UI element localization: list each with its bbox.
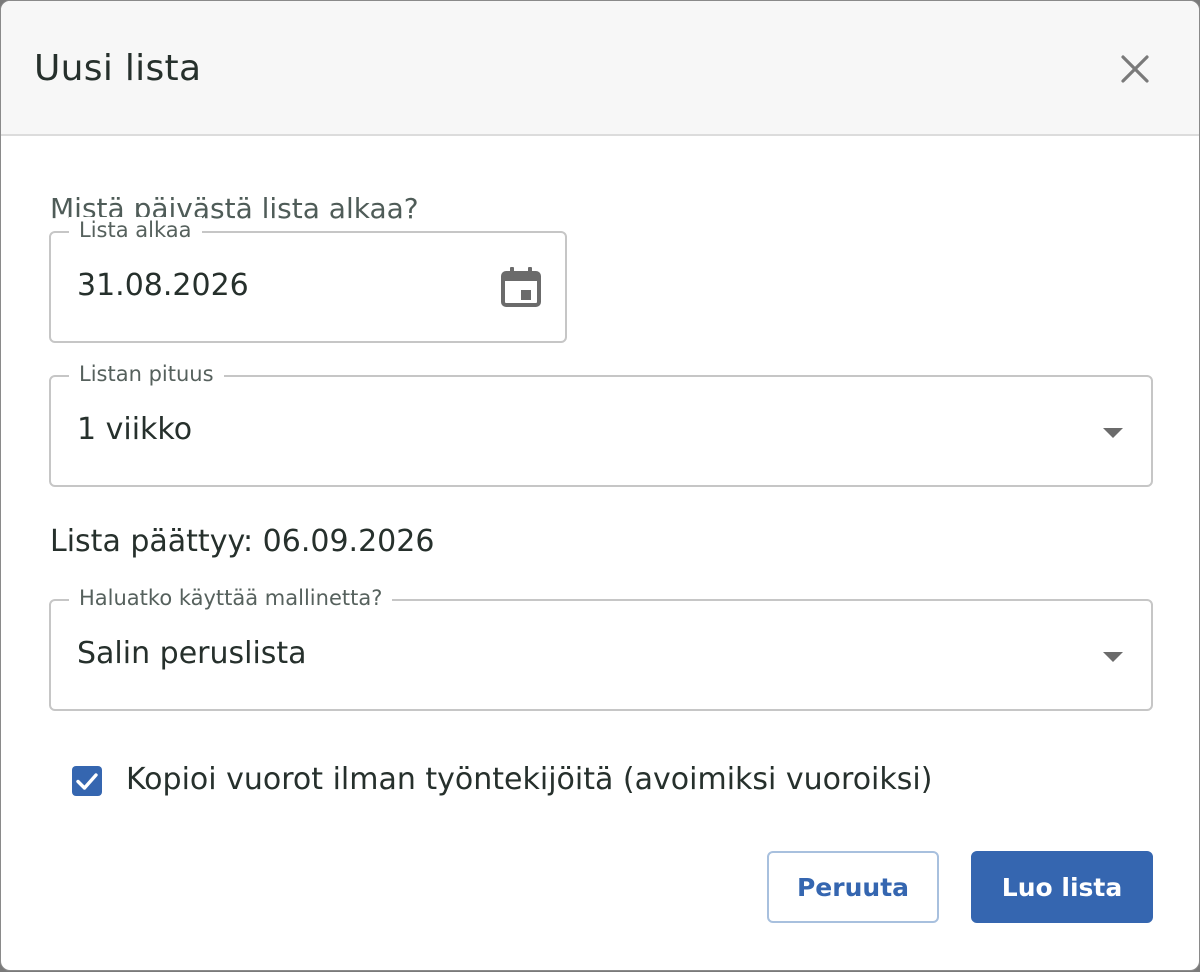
close-icon (1121, 55, 1149, 83)
copy-shifts-label[interactable]: Kopioi vuorot ilman työntekijöitä (avoim… (126, 761, 932, 799)
template-label: Haluatko käyttää mallinetta? (69, 585, 393, 611)
check-icon (76, 773, 98, 790)
chevron-down-icon[interactable] (1101, 421, 1125, 445)
list-length-select[interactable]: Listan pituus 1 viikko (49, 361, 1153, 487)
new-list-dialog: Uusi lista Mistä päivästä lista alkaa? L… (0, 0, 1200, 971)
cancel-button[interactable]: Peruuta (767, 851, 939, 923)
start-date-value[interactable]: 31.08.2026 (77, 267, 249, 305)
copy-shifts-checkbox[interactable] (72, 766, 102, 796)
calendar-icon[interactable] (499, 265, 543, 309)
dialog-title: Uusi lista (34, 48, 202, 89)
list-length-value: 1 viikko (77, 412, 193, 447)
chevron-down-icon[interactable] (1101, 645, 1125, 669)
start-date-field[interactable]: Lista alkaa 31.08.2026 (49, 217, 567, 343)
template-select[interactable]: Haluatko käyttää mallinetta? Salin perus… (49, 585, 1153, 711)
list-length-label: Listan pituus (69, 361, 224, 387)
create-list-button[interactable]: Luo lista (971, 851, 1153, 923)
template-value: Salin peruslista (77, 636, 307, 671)
start-date-label: Lista alkaa (69, 217, 202, 243)
close-button[interactable] (1111, 45, 1159, 93)
dialog-header: Uusi lista (1, 1, 1199, 136)
list-end-date: Lista päättyy: 06.09.2026 (50, 524, 435, 559)
